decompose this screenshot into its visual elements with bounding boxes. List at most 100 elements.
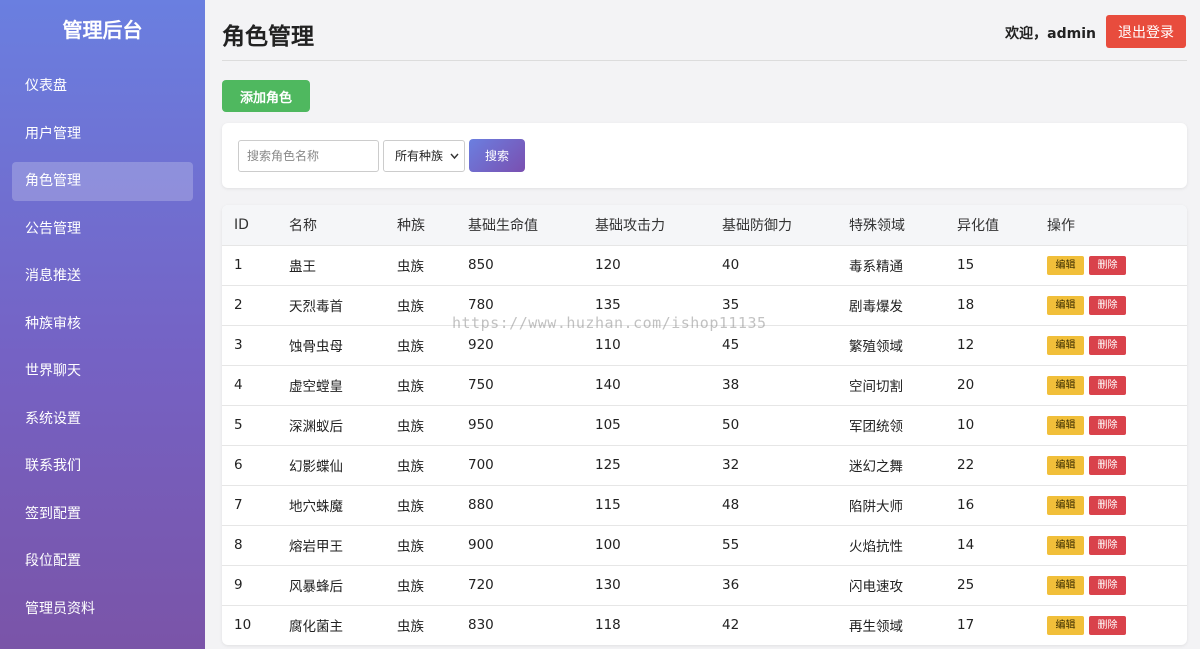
delete-button[interactable]: 删除 (1089, 575, 1126, 595)
column-header: 种族 (397, 217, 425, 234)
cell-field: 再生领域 (849, 619, 903, 636)
delete-button[interactable]: 删除 (1089, 255, 1126, 275)
sidebar-item[interactable]: 段位配置 (12, 542, 193, 581)
cell-id: 3 (234, 337, 243, 353)
cell-actions: 编辑 删除 (1035, 365, 1187, 405)
cell-alien: 15 (957, 257, 975, 273)
role-name-search-input[interactable] (238, 140, 379, 172)
cell-actions: 编辑 删除 (1035, 325, 1187, 365)
cell-def: 50 (722, 417, 740, 433)
table-row: 4 虚空螳皇 虫族 750 140 38 空间切割 20 编辑 删除 (222, 365, 1187, 405)
sidebar: 管理后台 仪表盘用户管理角色管理公告管理消息推送种族审核世界聊天系统设置联系我们… (0, 0, 205, 649)
cell-field: 火焰抗性 (849, 539, 903, 555)
cell-hp: 750 (468, 377, 494, 393)
cell-race: 虫族 (397, 379, 424, 395)
table-row: 3 蚀骨虫母 虫族 920 110 45 繁殖领域 12 编辑 删除 (222, 325, 1187, 365)
edit-button[interactable]: 编辑 (1047, 575, 1084, 595)
sidebar-item[interactable]: 种族审核 (12, 305, 193, 344)
cell-atk: 115 (595, 497, 621, 513)
cell-atk: 100 (595, 537, 621, 553)
cell-alien: 12 (957, 337, 975, 353)
cell-hp: 880 (468, 497, 494, 513)
edit-button[interactable]: 编辑 (1047, 495, 1084, 515)
table-row: 1 蛊王 虫族 850 120 40 毒系精通 15 编辑 删除 (222, 245, 1187, 285)
cell-name: 蚀骨虫母 (289, 339, 343, 355)
cell-def: 42 (722, 617, 740, 634)
cell-field: 迷幻之舞 (849, 459, 903, 475)
cell-race: 虫族 (397, 539, 424, 555)
table-row: 8 熔岩甲王 虫族 900 100 55 火焰抗性 14 编辑 删除 (222, 525, 1187, 565)
edit-button[interactable]: 编辑 (1047, 535, 1084, 555)
race-filter-select[interactable]: 所有种族 (383, 140, 465, 172)
cell-alien: 18 (957, 297, 975, 313)
edit-button[interactable]: 编辑 (1047, 455, 1084, 475)
sidebar-brand: 管理后台 (62, 18, 143, 42)
cell-hp: 920 (468, 337, 494, 353)
edit-button[interactable]: 编辑 (1047, 255, 1084, 275)
delete-button[interactable]: 删除 (1089, 335, 1126, 355)
edit-button[interactable]: 编辑 (1047, 415, 1084, 435)
sidebar-item[interactable]: 角色管理 (12, 162, 193, 201)
cell-actions: 编辑 删除 (1035, 245, 1187, 285)
sidebar-item[interactable]: 管理员资料 (12, 590, 193, 629)
edit-button[interactable]: 编辑 (1047, 295, 1084, 315)
logout-button[interactable]: 退出登录 (1106, 15, 1186, 48)
page-title: 角色管理 (222, 24, 314, 50)
cell-field: 陷阱大师 (849, 499, 903, 515)
cell-id: 10 (234, 617, 252, 634)
sidebar-item[interactable]: 签到配置 (12, 495, 193, 534)
cell-atk: 130 (595, 577, 621, 593)
cell-name: 风暴蜂后 (289, 579, 343, 595)
cell-race: 虫族 (397, 339, 424, 355)
delete-button[interactable]: 删除 (1089, 535, 1126, 555)
cell-hp: 850 (468, 257, 494, 273)
sidebar-item[interactable]: 消息推送 (12, 257, 193, 296)
add-role-button[interactable]: 添加角色 (222, 80, 310, 112)
cell-actions: 编辑 删除 (1035, 405, 1187, 445)
cell-race: 虫族 (397, 499, 424, 515)
sidebar-item[interactable]: 联系我们 (12, 447, 193, 486)
cell-id: 2 (234, 297, 243, 313)
cell-name: 蛊王 (289, 259, 316, 275)
sidebar-item[interactable]: 用户管理 (12, 115, 193, 154)
cell-def: 55 (722, 537, 740, 553)
cell-id: 8 (234, 537, 243, 553)
cell-alien: 22 (957, 457, 975, 473)
edit-button[interactable]: 编辑 (1047, 375, 1084, 395)
sidebar-item[interactable]: 系统设置 (12, 400, 193, 439)
cell-name: 深渊蚁后 (289, 419, 343, 435)
column-header: ID (234, 216, 249, 233)
delete-button[interactable]: 删除 (1089, 455, 1126, 475)
cell-name: 地穴蛛魔 (289, 499, 343, 515)
cell-def: 36 (722, 577, 740, 593)
edit-button[interactable]: 编辑 (1047, 335, 1084, 355)
cell-atk: 140 (595, 377, 621, 393)
delete-button[interactable]: 删除 (1089, 415, 1126, 435)
delete-button[interactable]: 删除 (1089, 295, 1126, 315)
cell-race: 虫族 (397, 419, 424, 435)
delete-button[interactable]: 删除 (1089, 615, 1126, 635)
cell-field: 空间切割 (849, 379, 903, 395)
edit-button[interactable]: 编辑 (1047, 615, 1084, 635)
cell-def: 35 (722, 297, 740, 313)
cell-atk: 105 (595, 417, 621, 433)
sidebar-item[interactable]: 仪表盘 (12, 67, 193, 106)
roles-table: ID 名称 种族 基础生命值 基础攻击力 基础防御力 特殊领域 异化值 操作 1 蛊王 虫族 850 1… (222, 205, 1187, 645)
cell-name: 天烈毒首 (289, 299, 343, 315)
cell-race: 虫族 (397, 619, 424, 636)
sidebar-item[interactable]: 世界聊天 (12, 352, 193, 391)
cell-alien: 17 (957, 617, 975, 634)
column-header: 异化值 (957, 217, 999, 234)
cell-atk: 125 (595, 457, 621, 473)
column-header: 基础攻击力 (595, 217, 665, 234)
cell-atk: 135 (595, 297, 621, 313)
cell-hp: 950 (468, 417, 494, 433)
sidebar-item[interactable]: 公告管理 (12, 210, 193, 249)
delete-button[interactable]: 删除 (1089, 375, 1126, 395)
cell-hp: 700 (468, 457, 494, 473)
cell-alien: 25 (957, 577, 975, 593)
cell-race: 虫族 (397, 259, 424, 275)
search-button[interactable]: 搜索 (469, 139, 525, 172)
cell-alien: 20 (957, 377, 975, 393)
delete-button[interactable]: 删除 (1089, 495, 1126, 515)
